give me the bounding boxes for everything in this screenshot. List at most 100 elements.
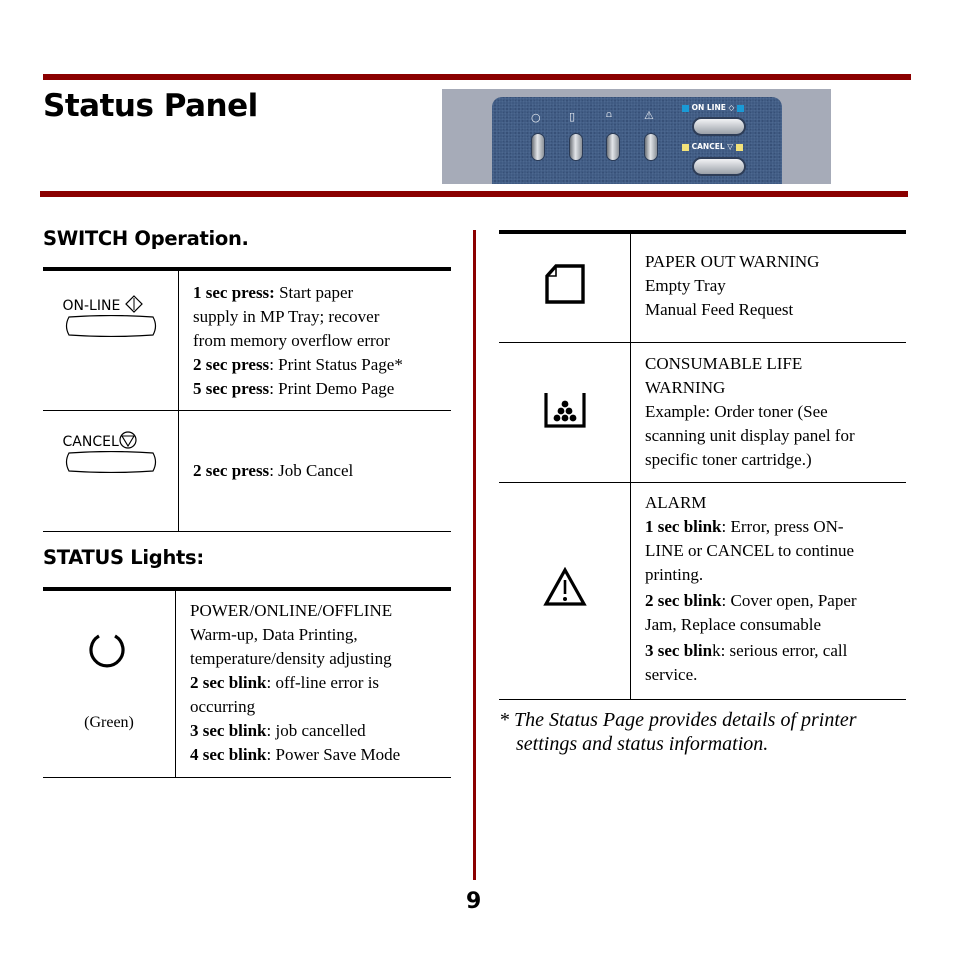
toner-icon <box>543 392 586 428</box>
panel-face: ○ ▯ ⩍ ⚠ ON LINE ◇ CANCEL ▽ <box>492 97 782 184</box>
desc-text: service. <box>645 664 698 684</box>
cancel-description: 2 sec press: Job Cancel <box>179 410 452 531</box>
online-description: 1 sec press: Start paper supply in MP Tr… <box>179 269 452 410</box>
power-icon <box>89 634 125 668</box>
footnote: * The Status Page provides details of pr… <box>499 708 919 756</box>
online-button-figure: ON-LINE <box>63 295 159 344</box>
desc-text: printing. <box>645 564 704 584</box>
switch-row-cancel: CANCEL 2 sec press: Job Cancel <box>43 410 451 531</box>
status-row-power: (Green) POWER/ONLINE/OFFLINE Warm-up, Da… <box>43 589 451 777</box>
footnote-line: * The Status Page provides details of pr… <box>499 709 857 731</box>
desc-bold: 1 sec blink <box>645 516 722 536</box>
online-button-cell: ON-LINE <box>43 269 179 410</box>
desc-text: : Print Demo Page <box>269 379 395 398</box>
cancel-button-figure: CANCEL <box>62 430 159 480</box>
alarm-icon-cell <box>499 482 631 699</box>
online-button-shape <box>65 314 156 338</box>
desc-text: Warm-up, Data Printing, <box>190 625 358 644</box>
status-row-toner: CONSUMABLE LIFE WARNING Example: Order t… <box>499 342 906 482</box>
toner-description: CONSUMABLE LIFE WARNING Example: Order t… <box>631 342 907 482</box>
status-lights-heading: STATUS Lights: <box>43 546 204 569</box>
desc-text: ALARM <box>645 492 707 512</box>
panel-power-icon: ○ <box>531 111 541 124</box>
header-top-rule <box>43 74 911 80</box>
switch-operation-heading: SWITCH Operation. <box>43 227 249 250</box>
status-lights-table: (Green) POWER/ONLINE/OFFLINE Warm-up, Da… <box>43 587 451 778</box>
desc-text: POWER/ONLINE/OFFLINE <box>190 601 393 620</box>
cancel-indicator <box>682 143 689 151</box>
power-led <box>532 134 544 160</box>
paper-icon <box>544 264 585 304</box>
online-indicator <box>682 104 689 112</box>
switch-table: ON-LINE 1 sec press: Start paper supply … <box>43 267 451 532</box>
online-indicator-right <box>736 104 744 112</box>
cancel-button-shape <box>65 450 156 473</box>
panel-toner-icon: ⩍ <box>606 110 612 120</box>
panel-online-label: ON LINE ◇ <box>682 103 744 112</box>
panel-cancel-button[interactable] <box>694 159 744 174</box>
desc-text: Example: Order toner (See <box>645 402 828 421</box>
page-title: Status Panel <box>43 88 258 124</box>
alarm-description: ALARM 1 sec blink: Error, press ON- LINE… <box>631 482 907 699</box>
desc-text: : Error, press ON- <box>721 516 844 536</box>
column-divider <box>473 230 476 880</box>
panel-paper-icon: ▯ <box>569 110 576 123</box>
status-row-paper: PAPER OUT WARNING Empty Tray Manual Feed… <box>499 232 906 342</box>
desc-text: : job cancelled <box>266 721 366 740</box>
cancel-button-label: CANCEL <box>62 433 119 450</box>
desc-bold: 2 sec blink <box>645 590 722 610</box>
desc-bold: 3 sec blin <box>645 640 713 660</box>
panel-alarm-icon: ⚠ <box>644 109 654 122</box>
desc-text: : Power Save Mode <box>266 745 401 764</box>
power-icon-cell: (Green) <box>43 589 176 777</box>
desc-text: scanning unit display panel for <box>645 426 855 445</box>
alarm-led <box>645 134 657 160</box>
desc-text: WARNING <box>645 378 726 397</box>
desc-bold: 2 sec press <box>193 460 270 480</box>
status-lights-table-right: PAPER OUT WARNING Empty Tray Manual Feed… <box>499 230 906 700</box>
online-button-label: ON-LINE <box>62 298 121 314</box>
desc-text: specific toner cartridge.) <box>645 450 812 469</box>
desc-text: : Cover open, Paper <box>721 590 857 610</box>
cancel-triangle-icon <box>119 430 137 449</box>
power-color-caption: (Green) <box>84 714 134 731</box>
power-description: POWER/ONLINE/OFFLINE Warm-up, Data Print… <box>176 589 452 777</box>
desc-text: supply in MP Tray; recover <box>193 307 380 326</box>
desc-text: Manual Feed Request <box>645 300 794 319</box>
desc-text: : off-line error is <box>266 673 380 692</box>
desc-text: Jam, Replace consumable <box>645 614 822 634</box>
desc-text: : Print Status Page* <box>269 355 403 374</box>
desc-text: : Job Cancel <box>269 460 354 480</box>
desc-bold: 2 sec blink <box>190 673 267 692</box>
status-row-alarm: ALARM 1 sec blink: Error, press ON- LINE… <box>499 482 906 699</box>
cancel-indicator-right <box>735 143 743 151</box>
desc-text: Empty Tray <box>645 276 726 295</box>
desc-text: occurring <box>190 697 256 716</box>
panel-cancel-label: CANCEL ▽ <box>682 142 743 151</box>
alarm-icon <box>542 566 587 606</box>
paper-led <box>570 134 582 160</box>
desc-text: Start paper <box>274 283 354 302</box>
paper-description: PAPER OUT WARNING Empty Tray Manual Feed… <box>631 232 907 342</box>
desc-text: LINE or CANCEL to continue <box>645 540 854 560</box>
switch-row-online: ON-LINE 1 sec press: Start paper supply … <box>43 269 451 410</box>
paper-icon-cell <box>499 232 631 342</box>
toner-icon-cell <box>499 342 631 482</box>
desc-bold: 4 sec blink <box>190 745 267 764</box>
header-bottom-rule <box>40 191 908 197</box>
desc-text: PAPER OUT WARNING <box>645 252 820 271</box>
desc-text: from memory overflow error <box>193 331 390 350</box>
panel-online-button[interactable] <box>694 119 744 134</box>
desc-text: CONSUMABLE LIFE <box>645 354 803 373</box>
toner-led <box>607 134 619 160</box>
desc-text: temperature/density adjusting <box>190 649 392 668</box>
desc-bold: 3 sec blink <box>190 721 267 740</box>
cancel-button-cell: CANCEL <box>43 410 179 531</box>
desc-text: k: serious error, call <box>712 640 848 660</box>
footnote-line: settings and status information. <box>516 733 769 755</box>
online-diamond-icon <box>124 295 143 313</box>
desc-bold: 2 sec press <box>193 355 270 374</box>
status-panel-photo: ○ ▯ ⩍ ⚠ ON LINE ◇ CANCEL ▽ <box>442 89 831 184</box>
desc-bold: 5 sec press <box>193 379 270 398</box>
page-number: 9 <box>466 889 482 914</box>
